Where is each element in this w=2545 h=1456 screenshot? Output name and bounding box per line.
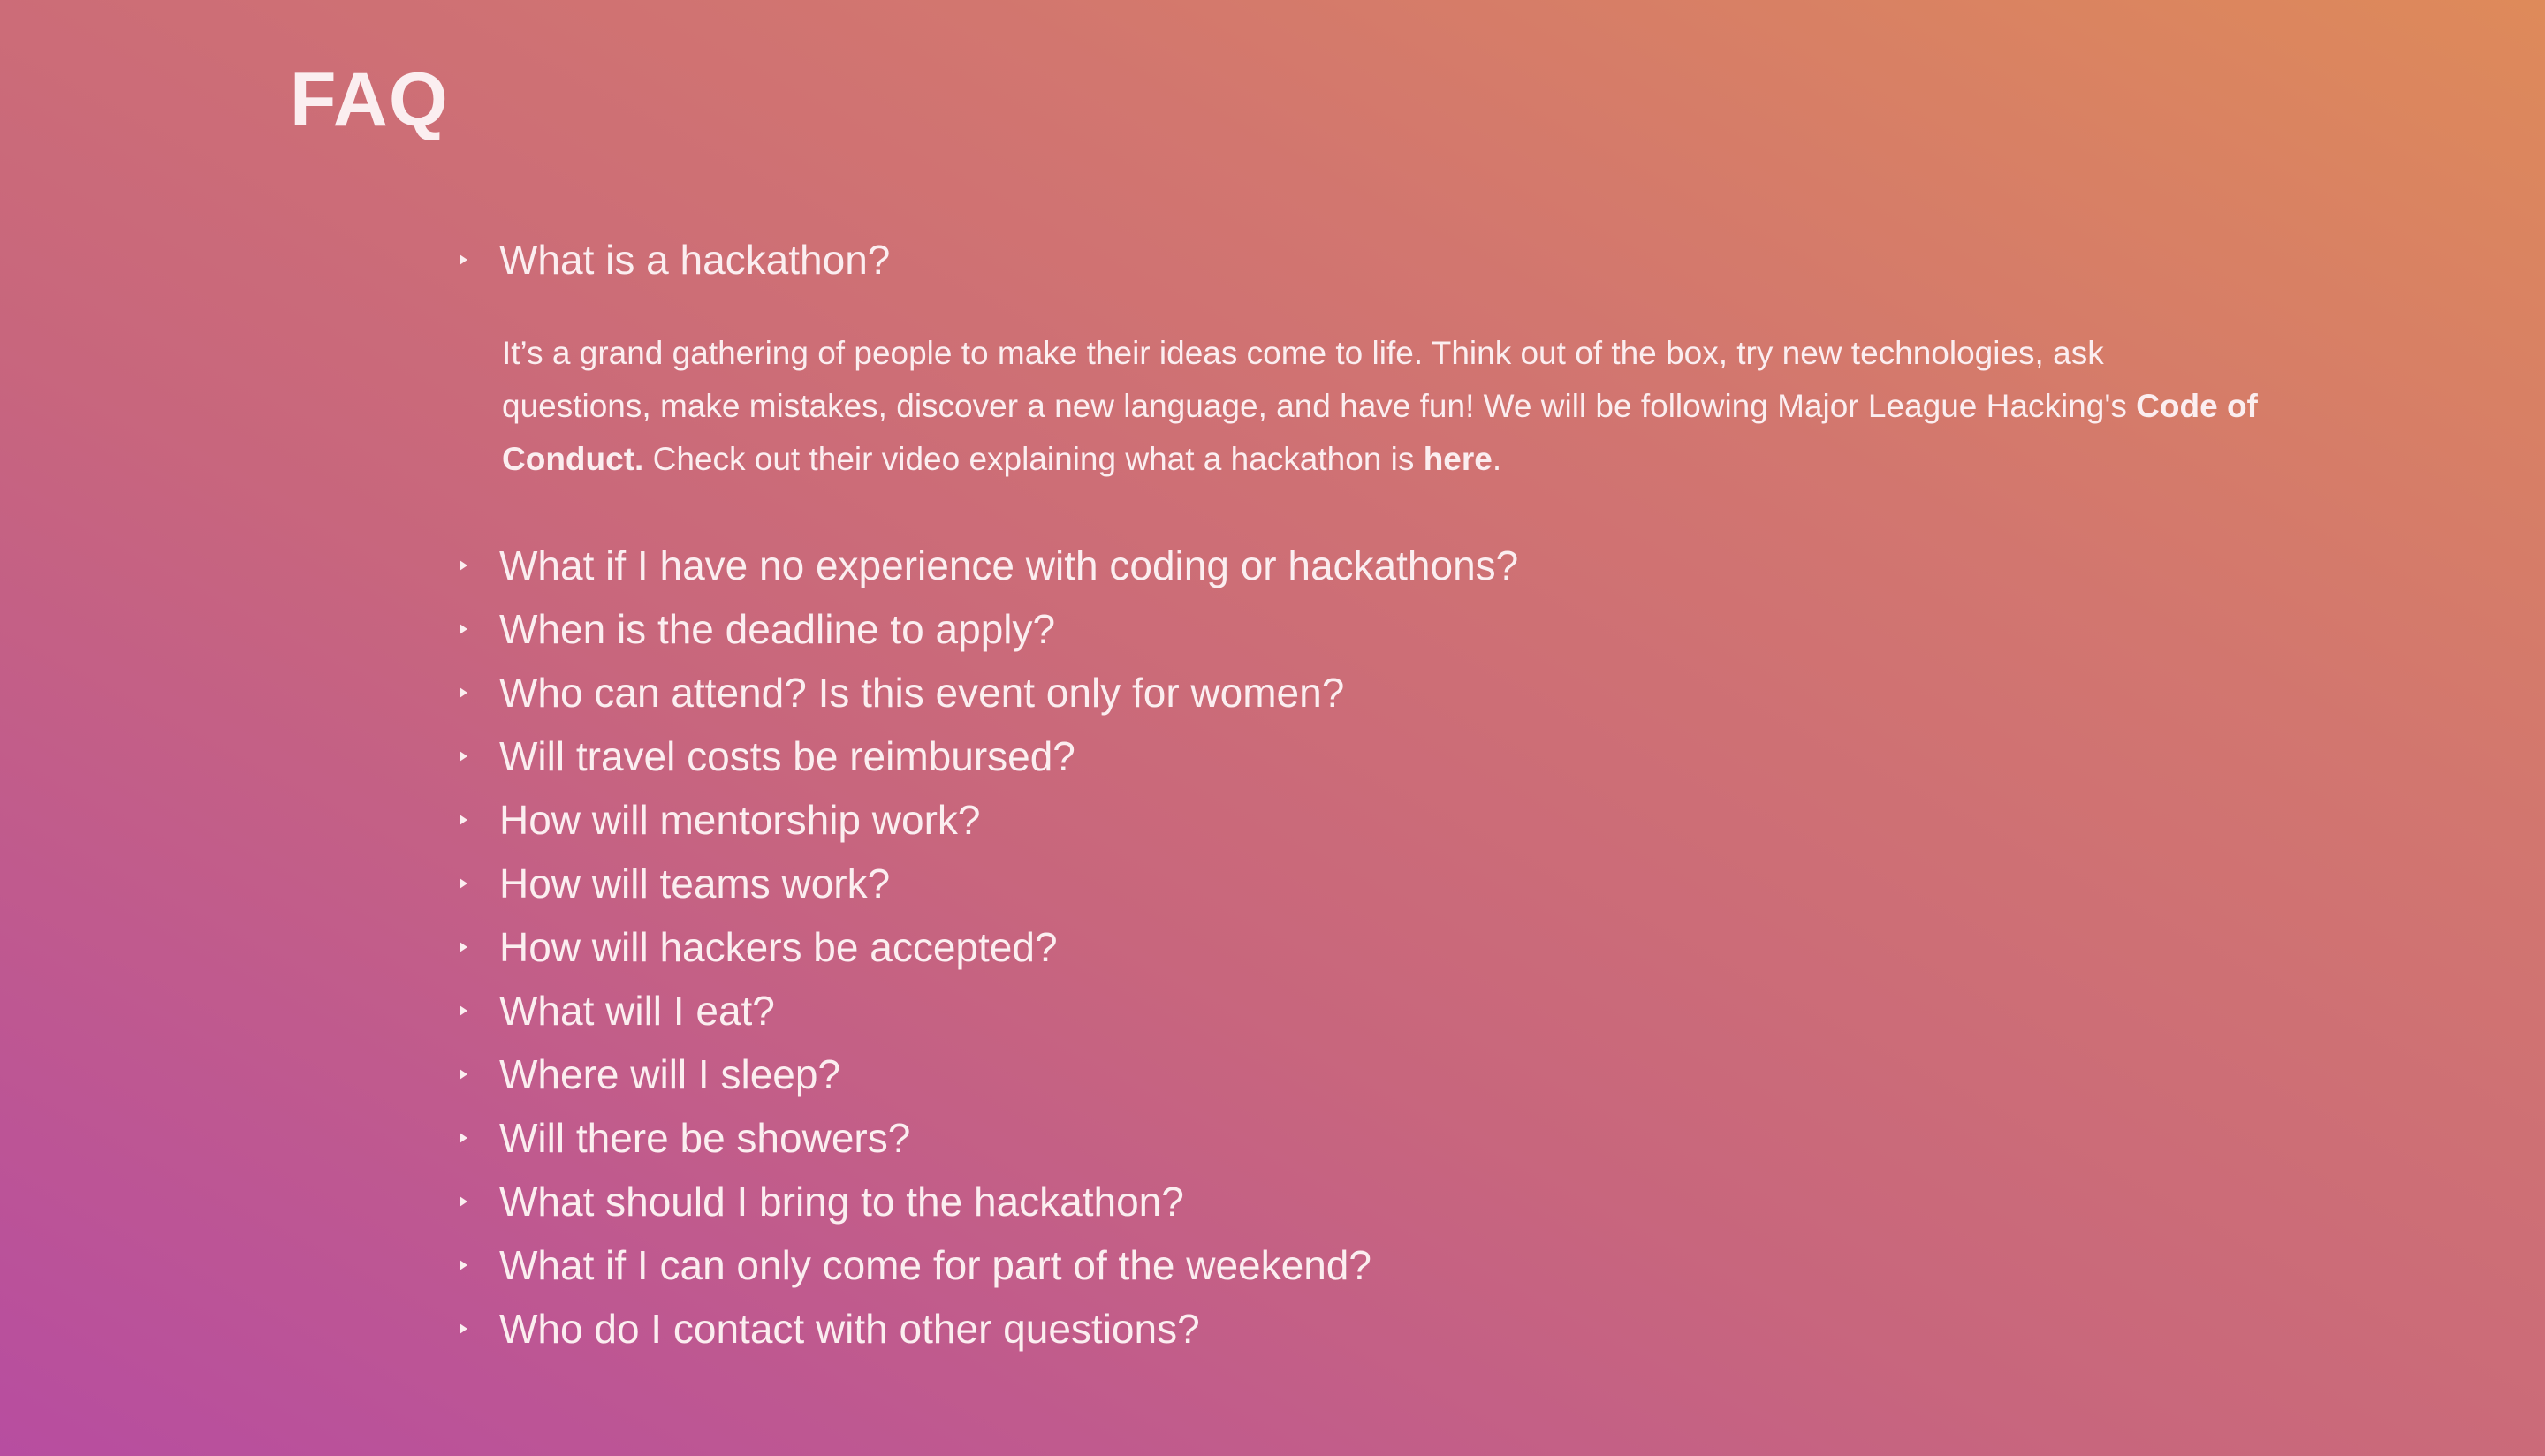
faq-question-toggle[interactable]: Will travel costs be reimbursed?: [460, 724, 2227, 788]
faq-item-open: What is a hackathon? It’s a grand gather…: [460, 228, 2258, 486]
faq-answer: It’s a grand gathering of people to make…: [502, 327, 2260, 486]
faq-question-toggle[interactable]: Where will I sleep?: [460, 1043, 2227, 1106]
faq-question-toggle[interactable]: What is a hackathon?: [460, 228, 2227, 292]
faq-question-toggle[interactable]: What should I bring to the hackathon?: [460, 1170, 2227, 1233]
faq-question-toggle[interactable]: Will there be showers?: [460, 1106, 2227, 1170]
faq-question-text: How will mentorship work?: [499, 797, 981, 843]
faq-question-toggle[interactable]: What if I can only come for part of the …: [460, 1233, 2227, 1297]
faq-question-text: Will travel costs be reimbursed?: [499, 733, 1075, 779]
faq-question-toggle[interactable]: Who do I contact with other questions?: [460, 1297, 2227, 1361]
faq-question-toggle[interactable]: How will hackers be accepted?: [460, 915, 2227, 979]
faq-item: Will there be showers?: [460, 1106, 2227, 1170]
faq-answer-text: It’s a grand gathering of people to make…: [502, 335, 2137, 424]
faq-question-text: How will hackers be accepted?: [499, 924, 1058, 970]
faq-question-text: What is a hackathon?: [499, 237, 891, 283]
faq-item: Will travel costs be reimbursed?: [460, 724, 2227, 788]
faq-item: How will teams work?: [460, 852, 2227, 915]
disclosure-triangle-icon: [460, 254, 467, 265]
disclosure-triangle-icon: [460, 1133, 467, 1143]
disclosure-triangle-icon: [460, 560, 467, 571]
disclosure-triangle-icon: [460, 815, 467, 825]
disclosure-triangle-icon: [460, 1323, 467, 1334]
disclosure-triangle-icon: [460, 1260, 467, 1270]
faq-answer-text: .: [1492, 441, 1502, 477]
disclosure-triangle-icon: [460, 1196, 467, 1207]
faq-question-toggle[interactable]: How will teams work?: [460, 852, 2227, 915]
faq-item: How will hackers be accepted?: [460, 915, 2227, 979]
disclosure-triangle-icon: [460, 624, 467, 634]
faq-question-toggle[interactable]: What if I have no experience with coding…: [460, 534, 2227, 597]
faq-question-text: Who can attend? Is this event only for w…: [499, 670, 1345, 716]
faq-question-text: Will there be showers?: [499, 1115, 911, 1161]
disclosure-triangle-icon: [460, 1069, 467, 1080]
disclosure-triangle-icon: [460, 878, 467, 889]
faq-item: How will mentorship work?: [460, 788, 2227, 852]
faq-item: What if I can only come for part of the …: [460, 1233, 2227, 1297]
faq-item: What should I bring to the hackathon?: [460, 1170, 2227, 1233]
faq-question-toggle[interactable]: What will I eat?: [460, 979, 2227, 1043]
page-title: FAQ: [290, 57, 449, 142]
faq-question-text: Who do I contact with other questions?: [499, 1306, 1200, 1352]
hackathon-video-link[interactable]: here: [1424, 441, 1493, 477]
faq-question-toggle[interactable]: Who can attend? Is this event only for w…: [460, 661, 2227, 724]
faq-question-toggle[interactable]: How will mentorship work?: [460, 788, 2227, 852]
disclosure-triangle-icon: [460, 1005, 467, 1016]
faq-question-text: What if I have no experience with coding…: [499, 542, 1519, 588]
faq-item: Who can attend? Is this event only for w…: [460, 661, 2227, 724]
faq-question-text: What if I can only come for part of the …: [499, 1242, 1371, 1288]
faq-item: Who do I contact with other questions?: [460, 1297, 2227, 1361]
faq-question-text: Where will I sleep?: [499, 1051, 841, 1097]
faq-answer-text: Check out their video explaining what a …: [643, 441, 1424, 477]
faq-question-text: When is the deadline to apply?: [499, 606, 1056, 652]
disclosure-triangle-icon: [460, 751, 467, 762]
faq-question-text: How will teams work?: [499, 861, 891, 906]
faq-item: What if I have no experience with coding…: [460, 534, 2227, 597]
faq-item: Where will I sleep?: [460, 1043, 2227, 1106]
faq-item: What will I eat?: [460, 979, 2227, 1043]
faq-item: When is the deadline to apply?: [460, 597, 2227, 661]
faq-question-text: What should I bring to the hackathon?: [499, 1179, 1184, 1225]
faq-question-toggle[interactable]: When is the deadline to apply?: [460, 597, 2227, 661]
faq-list: What is a hackathon? It’s a grand gather…: [460, 228, 2258, 1361]
disclosure-triangle-icon: [460, 942, 467, 952]
faq-question-text: What will I eat?: [499, 988, 775, 1034]
disclosure-triangle-icon: [460, 687, 467, 698]
